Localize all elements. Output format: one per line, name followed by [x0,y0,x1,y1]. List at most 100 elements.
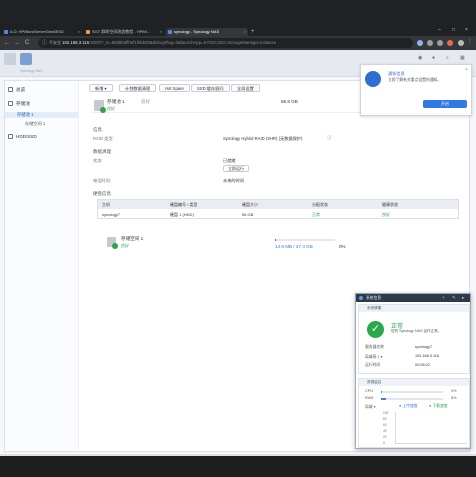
cpu-label: CPU [365,389,374,393]
hot-spare-button[interactable]: Hot Spare [159,84,190,92]
close-icon[interactable]: × [465,67,468,73]
sidebar-item-pool-1[interactable]: 存储池 1 [5,112,78,118]
notification-popup: 通知信息 立即了解有关重点设置的通知。 开启 × [360,64,472,116]
cpu-percent: 0% [451,389,457,393]
last-scrub-value: 未来的时间 [223,178,244,183]
bookmark-icon[interactable] [427,40,433,46]
storage-manager-app-icon[interactable] [20,53,32,65]
enable-button[interactable]: 开启 [423,100,467,108]
network-label[interactable]: 局域 ▾ [365,404,376,410]
user-icon[interactable]: ● [432,55,435,61]
column-header: 健康状态 [382,202,398,207]
table-cell: 硬盘 1 (HDD) [170,212,194,217]
volume-usage-text: 14.9 MB / 37.4 GB [275,244,313,249]
run-now-button[interactable]: 立即运行 [223,165,249,172]
chat-icon[interactable]: ◉ [418,55,422,61]
sidebar-item-label: 存储池 [16,101,30,106]
section-header: 系统健康 [359,305,469,312]
pin-icon[interactable]: ✎ [452,295,456,301]
system-status-desc: 您的 Synology NAS 运作正常。 [391,329,442,333]
section-header: 资源监控 [359,379,469,386]
notification-app-icon [365,71,381,87]
tab-close-icon[interactable]: × [244,28,246,36]
profile-icon[interactable] [458,40,464,46]
sidebar-item-overview[interactable]: 总览 [8,87,25,93]
table-cell: 56 GB [242,212,254,217]
widget-title: 系统信息 [366,296,382,300]
pool-status-hint: 良好 [141,99,151,104]
info-section-title: 信息 [93,127,102,132]
table-header: 主机 硬盘编号 / 类型 硬盘大小 分配状态 健康状态 [98,200,458,209]
ssd-cache-advisor-button[interactable]: SSD 缓存顾问 [191,84,230,92]
ram-percent: 8% [451,396,457,400]
volume-name: 存储空间 1 [121,236,144,241]
sidebar-item-label: 总览 [16,87,26,92]
url-path: :5000/?_tc=88d6b9ff0ef1f6bb20&debugFlag=… [89,40,277,45]
lan-ip-value: 192.168.3.116 [415,354,439,358]
search-icon[interactable]: ⌕ [446,55,449,61]
help-icon[interactable]: ⓘ [327,135,332,141]
collapse-icon[interactable]: ▸ [462,295,464,301]
uptime-label: 运行时间 [365,363,381,367]
table-cell: synology7 [102,212,121,217]
browser-tab-ilo[interactable]: ILO: HPMicroServerGen8ESD × [2,28,82,36]
maximize-icon[interactable]: □ [452,27,455,33]
dsm-host-label: Synology NAS [20,69,43,73]
disk-icon [8,134,13,139]
y-tick-label: 100 [383,411,389,415]
menu-icon[interactable]: ⋮ [467,38,473,46]
info-icon[interactable]: ⓘ [42,39,47,46]
sidebar-item-storage-pool[interactable]: 存储池 [8,101,30,107]
ram-label: RAM [365,396,374,400]
legend-download: ● 下载速度 [429,404,448,408]
ram-bar [381,398,443,400]
global-settings-button[interactable]: 全局设置 [231,84,260,92]
new-tab-button[interactable]: + [251,28,255,36]
tab-close-icon[interactable]: × [160,28,162,36]
pool-status: 良好 [107,106,115,111]
dsm-main-menu-icon[interactable] [4,53,16,65]
minimize-icon[interactable]: – [438,27,441,33]
sidebar-item-hdd[interactable]: HDD/SSD [8,134,37,139]
volume-usage-bar [275,239,335,241]
extension-icon[interactable] [447,40,453,46]
scrub-schedule-button[interactable]: 计划数据清理 [119,84,157,92]
browser-tab-guide[interactable]: SGT 群晖空间改造教程 - HPMi... × [84,28,164,36]
table-cell: 正常 [312,212,320,217]
tab-close-icon[interactable]: × [78,28,80,36]
volume-status: 良好 [121,243,129,248]
server-name-label: 服务器名称 [365,345,384,349]
scrub-status-value: 已就绪 [223,158,236,163]
widgets-icon[interactable]: ▦ [460,55,465,61]
browser-tab-synology[interactable]: synology - Synology NAS × [166,28,248,36]
resource-monitor-section: 资源监控 CPU 0% RAM 8% 局域 ▾ ● 上传速度 ● 下载速度 10… [358,378,470,448]
close-window-icon[interactable]: × [465,27,468,33]
widget-panel: 系统信息 + ✎ ▸ 系统健康 ✓ 正常 您的 Synology NAS 运作正… [355,293,471,449]
forward-button[interactable]: → [14,39,20,47]
url-text: 192.168.3.116:5000/?_tc=88d6b9ff0ef1f6bb… [62,40,276,45]
reload-button[interactable]: C [25,39,29,47]
extension-icon[interactable] [437,40,443,46]
y-tick-label: 40 [383,429,387,433]
tab-label: SGT 群晖空间改造教程 - HPMi... [92,29,150,34]
address-bar[interactable]: ⓘ 不安全 192.168.3.116:5000/?_tc=88d6b9ff0e… [38,38,413,48]
uptime-value: 00:08:02 [415,363,430,367]
raid-type-label: RAID 类型: [93,136,114,141]
lan-label[interactable]: 局域网 1 ▾ [365,354,383,360]
raid-type-value: Synology Hybrid RAID (SHR) (无数据保护) [223,136,303,141]
cpu-bar-fill [381,391,383,393]
cpu-bar [381,391,443,393]
notification-message: 立即了解有关重点设置的通知。 [388,78,442,82]
widget-header: 系统信息 + ✎ ▸ [356,294,470,302]
volume-row[interactable]: 存储空间 1 良好 14.9 MB / 37.4 GB 0% [105,236,459,252]
column-header: 分配状态 [312,202,328,207]
tab-favicon-icon [168,30,172,34]
table-row[interactable]: synology7 硬盘 1 (HDD) 56 GB 正常 良好 [98,210,458,219]
tab-label: ILO: HPMicroServerGen8ESD [10,29,64,34]
back-button[interactable]: ← [4,39,10,47]
add-widget-icon[interactable]: + [442,295,445,300]
extension-icon[interactable] [417,40,423,46]
create-button[interactable]: 新增 ▾ [89,84,113,92]
sidebar-item-volume-1[interactable]: 存储空间 1 [25,121,45,127]
disk-info-section-title: 硬盘信息 [93,191,111,196]
